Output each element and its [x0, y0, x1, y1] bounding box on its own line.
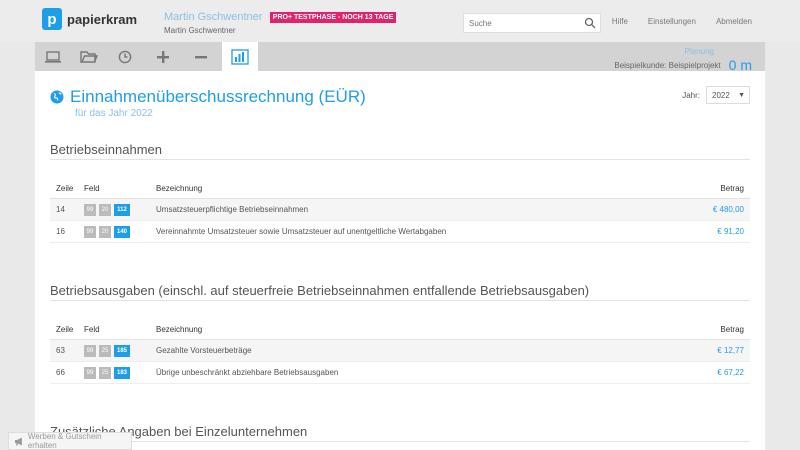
- user-info: Martin Gschwentner PRO+ TESTPHASE - NOCH…: [164, 9, 397, 35]
- row-betrag-link[interactable]: € 480,00: [670, 205, 750, 214]
- settings-link[interactable]: Einstellungen: [648, 17, 696, 26]
- field-badge: 99: [84, 203, 96, 216]
- page-title: Einnahmenüberschussrechnung (EÜR): [70, 87, 366, 106]
- page-header: Einnahmenüberschussrechnung (EÜR): [50, 87, 366, 107]
- planung-project: Beispielkunde: Beispielprojekt: [614, 60, 721, 70]
- col-header-feld: Feld: [84, 184, 100, 193]
- row-zeile: 63: [56, 346, 65, 355]
- search-box: [463, 13, 601, 33]
- plus-icon[interactable]: [145, 42, 181, 71]
- field-badge: 99: [84, 366, 96, 379]
- row-bezeichnung: Umsatzsteuerpflichtige Betriebseinnahmen: [156, 205, 309, 214]
- col-header-zeile: Zeile: [56, 325, 74, 334]
- col-header-bezeichnung: Bezeichnung: [156, 184, 203, 193]
- table-row: 63 99 25 185 Gezahlte Vorsteuerbeträge €…: [50, 340, 750, 362]
- row-feld: 99 20 140: [77, 225, 149, 238]
- section-title-einnahmen: Betriebseinnahmen: [50, 142, 163, 157]
- field-badge: 99: [84, 225, 96, 238]
- col-header-betrag: Betrag: [720, 184, 744, 193]
- ausgaben-table: Zeile Feld Bezeichnung Betrag 63 99 25 1…: [50, 320, 750, 384]
- row-bezeichnung: Gezahlte Vorsteuerbeträge: [156, 346, 252, 355]
- clock-icon[interactable]: [107, 42, 143, 71]
- main-toolbar: Planung Beispielkunde: Beispielprojekt 0…: [35, 42, 765, 73]
- row-feld: 99 25 183: [77, 366, 149, 379]
- row-bezeichnung: Vereinnahmte Umsatzsteuer sowie Umsatzst…: [156, 227, 447, 236]
- planung-label: Planung: [684, 47, 714, 56]
- user-subtitle: Martin Gschwentner: [164, 26, 236, 35]
- row-zeile: 16: [56, 227, 65, 236]
- year-filter: Jahr: 2022 ▼: [682, 86, 750, 104]
- section-divider: [50, 441, 750, 442]
- field-badge: 25: [99, 344, 111, 357]
- row-betrag-link[interactable]: € 91,20: [670, 227, 750, 236]
- row-zeile: 14: [56, 205, 65, 214]
- referral-promo[interactable]: Werben & Gutschein erhalten: [8, 432, 132, 450]
- logout-link[interactable]: Abmelden: [716, 17, 752, 26]
- col-header-bezeichnung: Bezeichnung: [156, 325, 203, 334]
- field-badge: 99: [84, 344, 96, 357]
- col-header-zeile: Zeile: [56, 184, 74, 193]
- year-value: 2022: [712, 90, 730, 100]
- field-code-badge: 112: [114, 203, 130, 216]
- table-row: 14 99 20 112 Umsatzsteuerpflichtige Betr…: [50, 199, 750, 221]
- bar-chart-icon[interactable]: [222, 42, 258, 71]
- table-header: Zeile Feld Bezeichnung Betrag: [50, 179, 750, 199]
- page-subtitle: für das Jahr 2022: [75, 108, 153, 119]
- main-panel: Einnahmenüberschussrechnung (EÜR) für da…: [35, 71, 765, 450]
- field-code-badge: 185: [114, 344, 130, 357]
- user-name-link[interactable]: Martin Gschwentner: [164, 11, 262, 23]
- row-zeile: 66: [56, 368, 65, 377]
- trial-badge[interactable]: PRO+ TESTPHASE - NOCH 13 TAGE: [269, 12, 397, 23]
- logo-icon: p: [42, 8, 62, 30]
- year-label: Jahr:: [682, 90, 700, 100]
- einnahmen-table: Zeile Feld Bezeichnung Betrag 14 99 20 1…: [50, 179, 750, 243]
- minus-icon[interactable]: [183, 42, 219, 71]
- field-code-badge: 140: [114, 225, 130, 238]
- top-links: Hilfe Einstellungen Abmelden: [612, 17, 752, 26]
- section-divider: [50, 300, 750, 301]
- help-link[interactable]: Hilfe: [612, 17, 628, 26]
- row-feld: 99 25 185: [77, 344, 149, 357]
- col-header-feld: Feld: [84, 325, 100, 334]
- search-input[interactable]: [464, 14, 574, 32]
- year-select[interactable]: 2022 ▼: [706, 86, 750, 104]
- folder-icon[interactable]: [71, 42, 107, 71]
- laptop-icon[interactable]: [35, 42, 71, 71]
- chevron-down-icon: ▼: [738, 92, 745, 99]
- time-tracker[interactable]: Planung Beispielkunde: Beispielprojekt 0…: [614, 47, 752, 73]
- megaphone-icon: [14, 437, 22, 446]
- field-code-badge: 183: [114, 366, 130, 379]
- promo-label: Werben & Gutschein erhalten: [27, 432, 102, 450]
- globe-icon: [50, 90, 64, 104]
- row-betrag-link[interactable]: € 67,22: [670, 368, 750, 377]
- section-title-ausgaben: Betriebsausgaben (einschl. auf steuerfre…: [50, 283, 590, 298]
- section-divider: [50, 159, 750, 160]
- app-header: p papierkram Martin Gschwentner PRO+ TES…: [0, 0, 800, 42]
- logo-text: papierkram: [67, 11, 138, 27]
- field-badge: 25: [99, 366, 111, 379]
- col-header-betrag: Betrag: [720, 325, 744, 334]
- table-row: 16 99 20 140 Vereinnahmte Umsatzsteuer s…: [50, 221, 750, 243]
- row-bezeichnung: Übrige unbeschränkt abziehbare Betriebsa…: [156, 368, 339, 377]
- logo[interactable]: p papierkram: [42, 8, 137, 30]
- field-badge: 20: [99, 203, 111, 216]
- table-header: Zeile Feld Bezeichnung Betrag: [50, 320, 750, 340]
- row-betrag-link[interactable]: € 12,77: [670, 346, 750, 355]
- field-badge: 20: [99, 225, 111, 238]
- row-feld: 99 20 112: [77, 203, 149, 216]
- search-icon[interactable]: [584, 17, 596, 29]
- table-row: 66 99 25 183 Übrige unbeschränkt abziehb…: [50, 362, 750, 384]
